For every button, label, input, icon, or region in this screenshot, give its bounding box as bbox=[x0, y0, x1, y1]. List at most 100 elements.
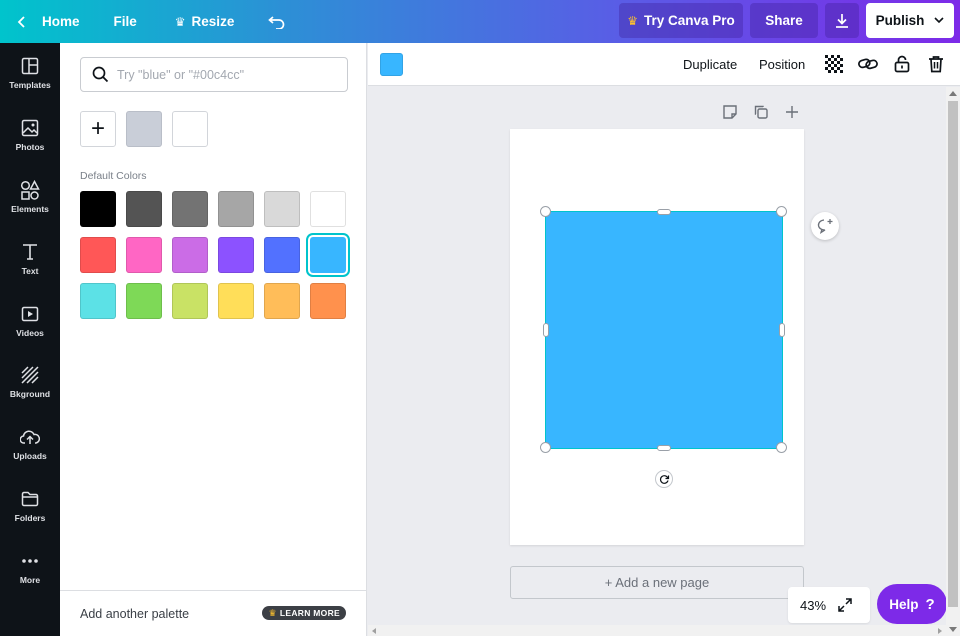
add-color-button[interactable]: + bbox=[80, 111, 116, 147]
duplicate-button[interactable]: Duplicate bbox=[683, 43, 737, 86]
add-page-icon[interactable] bbox=[784, 104, 800, 125]
scroll-up-icon[interactable] bbox=[949, 91, 957, 96]
rail-item-videos[interactable]: Videos bbox=[0, 294, 60, 348]
vertical-scrollbar[interactable] bbox=[946, 87, 960, 636]
videos-icon bbox=[21, 304, 39, 324]
chevron-down-icon bbox=[934, 17, 944, 24]
horizontal-scrollbar[interactable] bbox=[368, 625, 946, 636]
color-search-input[interactable] bbox=[117, 67, 337, 82]
resize-handle-top[interactable] bbox=[657, 209, 671, 215]
selected-square-shape[interactable] bbox=[545, 211, 783, 449]
color-swatch[interactable] bbox=[264, 283, 300, 319]
home-label: Home bbox=[42, 14, 80, 29]
rail-item-label: Videos bbox=[16, 328, 44, 338]
download-icon bbox=[834, 13, 850, 29]
home-button[interactable]: Home bbox=[16, 0, 80, 43]
resize-handle-bottom-left[interactable] bbox=[540, 442, 551, 453]
resize-handle-top-right[interactable] bbox=[776, 206, 787, 217]
document-color-swatch[interactable] bbox=[172, 111, 208, 147]
add-comment-button[interactable] bbox=[811, 212, 839, 240]
transparency-icon[interactable] bbox=[824, 54, 844, 74]
undo-button[interactable] bbox=[268, 0, 286, 43]
zoom-level[interactable]: 43% bbox=[800, 598, 826, 613]
zoom-control[interactable]: 43% bbox=[788, 587, 870, 623]
color-swatch[interactable] bbox=[172, 237, 208, 273]
background-icon bbox=[21, 365, 39, 385]
more-icon bbox=[21, 551, 39, 571]
publish-button[interactable]: Publish bbox=[866, 3, 954, 38]
help-label: Help bbox=[889, 596, 919, 612]
color-swatch[interactable] bbox=[172, 191, 208, 227]
rail-item-templates[interactable]: Templates bbox=[0, 46, 60, 100]
page-notes-icon[interactable] bbox=[722, 104, 738, 125]
resize-button[interactable]: ♛ Resize bbox=[175, 0, 235, 43]
rotate-handle[interactable] bbox=[655, 470, 673, 488]
resize-handle-top-left[interactable] bbox=[540, 206, 551, 217]
color-swatch[interactable] bbox=[80, 237, 116, 273]
color-swatch[interactable] bbox=[218, 283, 254, 319]
rail-item-label: Uploads bbox=[13, 451, 47, 461]
add-palette-link[interactable]: Add another palette bbox=[80, 607, 189, 621]
color-swatch[interactable] bbox=[218, 237, 254, 273]
file-menu-button[interactable]: File bbox=[114, 0, 137, 43]
share-button[interactable]: Share bbox=[750, 3, 818, 38]
color-swatch[interactable] bbox=[80, 191, 116, 227]
learn-more-label: LEARN MORE bbox=[279, 608, 340, 618]
resize-handle-right[interactable] bbox=[779, 323, 785, 337]
resize-handle-bottom-right[interactable] bbox=[776, 442, 787, 453]
rail-item-folders[interactable]: Folders bbox=[0, 479, 60, 533]
expand-icon[interactable] bbox=[838, 598, 852, 612]
position-button[interactable]: Position bbox=[759, 43, 805, 86]
scroll-down-icon[interactable] bbox=[949, 627, 957, 632]
learn-more-badge[interactable]: ♛ LEARN MORE bbox=[262, 606, 346, 620]
color-swatch[interactable] bbox=[218, 191, 254, 227]
rail-item-elements[interactable]: Elements bbox=[0, 170, 60, 224]
trash-icon[interactable] bbox=[926, 54, 946, 74]
scroll-right-icon[interactable] bbox=[938, 628, 942, 634]
help-button[interactable]: Help ? bbox=[877, 584, 947, 624]
context-toolbar: Duplicate Position bbox=[368, 43, 960, 86]
rail-item-label: More bbox=[19, 575, 41, 585]
rotate-icon bbox=[659, 474, 670, 485]
question-icon: ? bbox=[925, 595, 935, 613]
add-new-page-button[interactable]: + Add a new page bbox=[510, 566, 804, 599]
scrollbar-thumb[interactable] bbox=[948, 101, 958, 607]
folders-icon bbox=[21, 489, 39, 509]
color-swatch[interactable] bbox=[126, 237, 162, 273]
document-color-swatch[interactable] bbox=[126, 111, 162, 147]
scroll-left-icon[interactable] bbox=[372, 628, 376, 634]
rail-item-text[interactable]: Text bbox=[0, 232, 60, 286]
plus-icon: + bbox=[90, 115, 105, 142]
rail-item-photos[interactable]: Photos bbox=[0, 108, 60, 162]
link-icon[interactable] bbox=[858, 54, 878, 74]
color-swatch[interactable] bbox=[80, 283, 116, 319]
lock-icon[interactable] bbox=[892, 54, 912, 74]
try-canva-pro-button[interactable]: ♛ Try Canva Pro bbox=[619, 3, 743, 38]
color-swatch[interactable] bbox=[310, 237, 346, 273]
color-swatch[interactable] bbox=[310, 283, 346, 319]
top-bar-actions: ♛ Try Canva Pro Share Publish bbox=[619, 3, 954, 39]
color-swatch[interactable] bbox=[264, 191, 300, 227]
color-search-box[interactable] bbox=[80, 57, 348, 92]
side-rail: Templates Photos Elements Text Videos Bk… bbox=[0, 43, 60, 636]
resize-label: Resize bbox=[191, 14, 235, 29]
panel-footer: Add another palette ♛ LEARN MORE bbox=[60, 590, 366, 636]
color-swatch[interactable] bbox=[126, 191, 162, 227]
color-swatch[interactable] bbox=[172, 283, 208, 319]
publish-label: Publish bbox=[875, 13, 925, 28]
rail-item-background[interactable]: Bkground bbox=[0, 355, 60, 409]
file-label: File bbox=[113, 14, 137, 29]
uploads-icon bbox=[20, 427, 40, 447]
color-swatch[interactable] bbox=[310, 191, 346, 227]
color-swatch[interactable] bbox=[126, 283, 162, 319]
rail-item-uploads[interactable]: Uploads bbox=[0, 417, 60, 471]
duplicate-page-icon[interactable] bbox=[753, 104, 769, 125]
resize-handle-left[interactable] bbox=[543, 323, 549, 337]
rail-item-label: Folders bbox=[14, 513, 46, 523]
rail-item-label: Photos bbox=[15, 142, 45, 152]
current-color-swatch[interactable] bbox=[380, 53, 403, 76]
resize-handle-bottom[interactable] bbox=[657, 445, 671, 451]
rail-item-more[interactable]: More bbox=[0, 541, 60, 595]
download-button[interactable] bbox=[825, 3, 859, 38]
color-swatch[interactable] bbox=[264, 237, 300, 273]
